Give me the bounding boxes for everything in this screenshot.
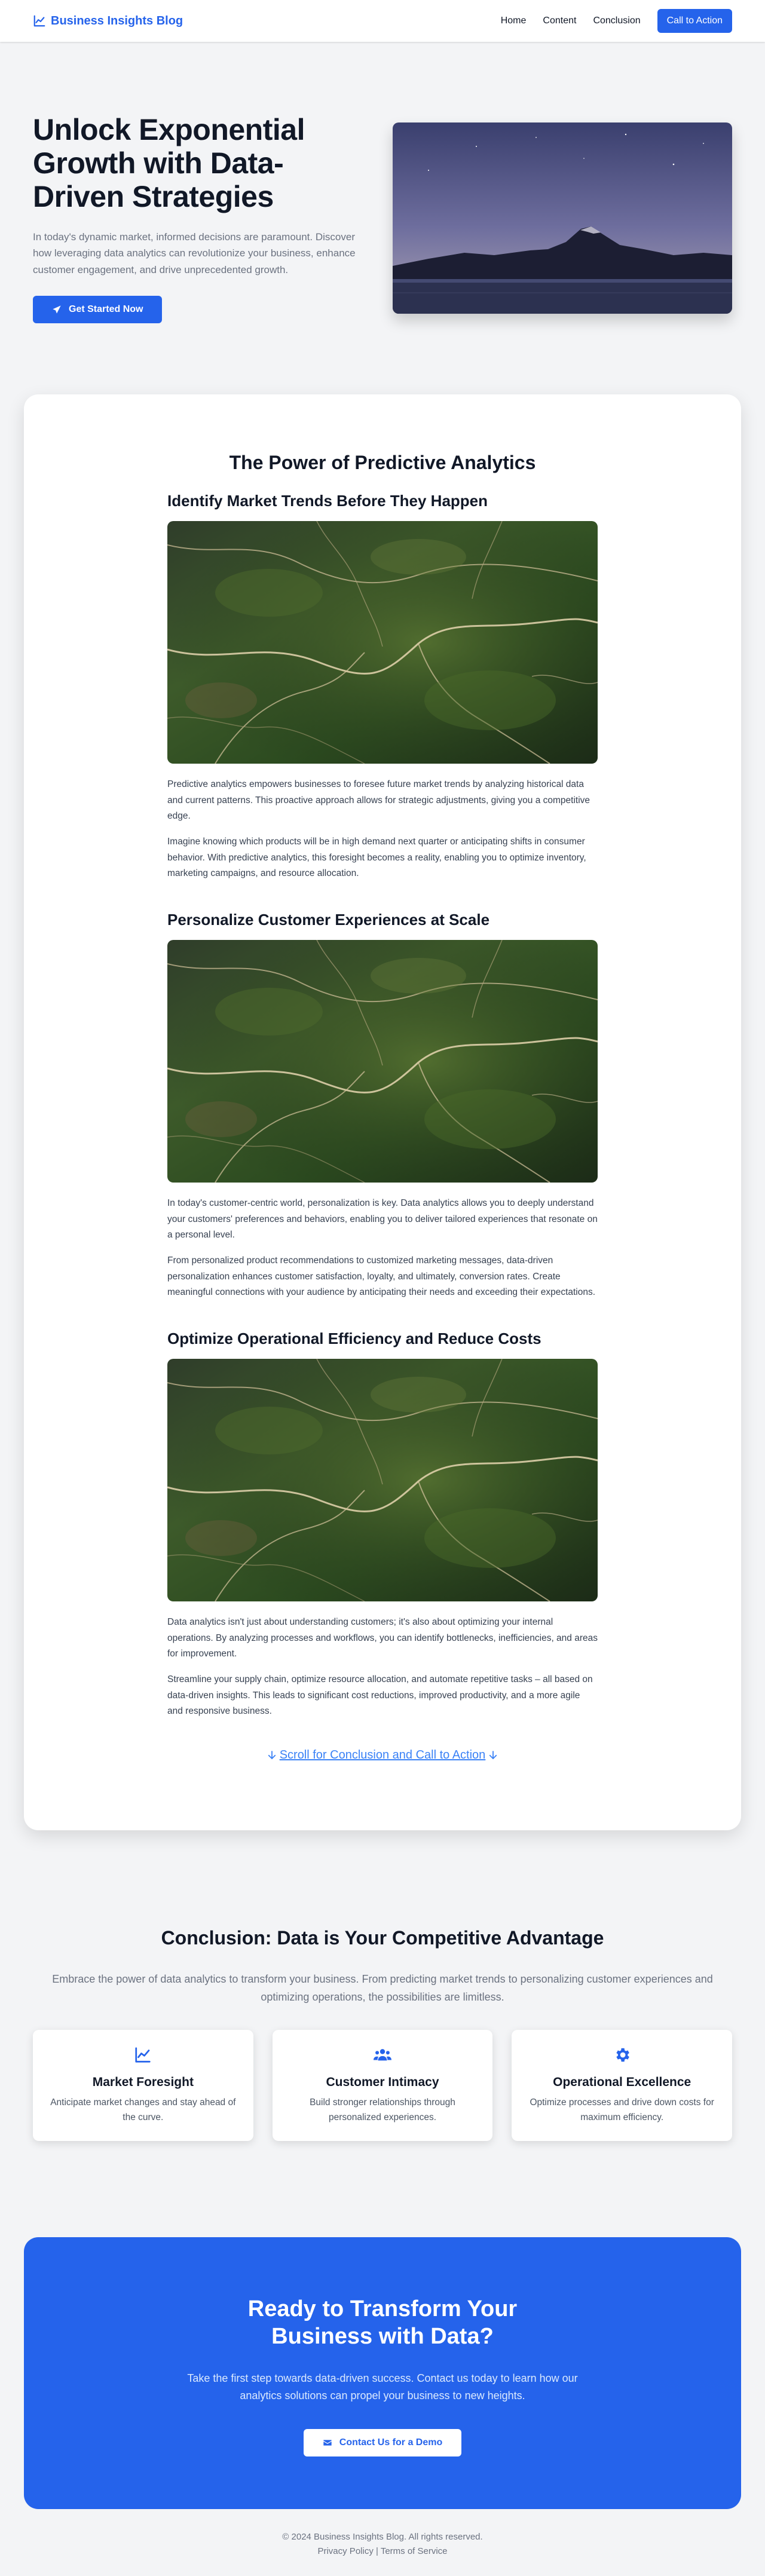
article-section-market-trends: Identify Market Trends Before They Happe…	[167, 492, 598, 882]
users-icon	[374, 2049, 391, 2061]
contact-demo-label: Contact Us for a Demo	[339, 2437, 443, 2448]
cta-title: Ready to Transform Your Business with Da…	[247, 2296, 518, 2349]
content-title: The Power of Predictive Analytics	[229, 452, 536, 473]
article-section-operations: Optimize Operational Efficiency and Redu…	[167, 1330, 598, 1720]
hero-copy: Unlock Exponential Growth with Data-Driv…	[33, 113, 368, 323]
arrow-down-icon	[489, 1751, 497, 1760]
section-paragraph: Data analytics isn't just about understa…	[167, 1616, 598, 1659]
nav-link-conclusion[interactable]: Conclusion	[593, 16, 640, 26]
section-image	[167, 1358, 598, 1601]
aerial-landscape-image	[167, 939, 598, 1183]
section-image	[167, 521, 598, 764]
article-section-personalize: Personalize Customer Experiences at Scal…	[167, 911, 598, 1301]
get-started-button[interactable]: Get Started Now	[33, 295, 163, 323]
section-title: Optimize Operational Efficiency and Redu…	[167, 1329, 541, 1347]
mountain-night-sky-image	[393, 122, 732, 314]
footer-links: Privacy Policy | Terms of Service	[0, 2544, 765, 2558]
line-chart-icon	[135, 2047, 151, 2063]
scroll-link-label: Scroll for Conclusion and Call to Action	[279, 1748, 486, 1762]
line-chart-icon	[33, 15, 45, 27]
nav-link-content[interactable]: Content	[543, 16, 576, 26]
cta-text: Take the first step towards data-driven …	[187, 2372, 578, 2402]
feature-description: Build stronger relationships through per…	[310, 2097, 455, 2123]
feature-card-customer-intimacy: Customer Intimacy Build stronger relatio…	[272, 2030, 493, 2142]
conclusion-section: Conclusion: Data is Your Competitive Adv…	[0, 1927, 765, 2142]
hero-title: Unlock Exponential Growth with Data-Driv…	[33, 113, 305, 214]
section-paragraph: Predictive analytics empowers businesses…	[167, 779, 590, 822]
section-paragraph: Imagine knowing which products will be i…	[167, 836, 586, 879]
section-title: Personalize Customer Experiences at Scal…	[167, 910, 490, 929]
aerial-landscape-image	[167, 521, 598, 764]
nav-link-home[interactable]: Home	[501, 16, 527, 26]
scroll-to-conclusion-link[interactable]: Scroll for Conclusion and Call to Action	[167, 1748, 598, 1762]
article: Identify Market Trends Before They Happe…	[167, 492, 598, 1762]
privacy-policy-link[interactable]: Privacy Policy	[317, 2546, 373, 2556]
cta-wrapper: Ready to Transform Your Business with Da…	[0, 2237, 765, 2510]
conclusion-text: Embrace the power of data analytics to t…	[52, 1973, 713, 2003]
footer-separator: |	[376, 2546, 378, 2556]
terms-of-service-link[interactable]: Terms of Service	[381, 2546, 448, 2556]
feature-title: Customer Intimacy	[326, 2075, 439, 2090]
section-title: Identify Market Trends Before They Happe…	[167, 492, 488, 510]
content-section: The Power of Predictive Analytics Identi…	[24, 394, 741, 1830]
hero-text: In today's dynamic market, informed deci…	[33, 231, 356, 275]
section-image	[167, 939, 598, 1183]
paper-plane-icon	[53, 305, 61, 314]
gear-icon	[616, 2048, 629, 2062]
feature-card-operational-excellence: Operational Excellence Optimize processe…	[512, 2030, 733, 2142]
feature-description: Optimize processes and drive down costs …	[530, 2097, 714, 2123]
feature-title: Operational Excellence	[553, 2075, 691, 2090]
feature-cards: Market Foresight Anticipate market chang…	[33, 2030, 733, 2142]
top-nav: Business Insights Blog Home Content Conc…	[0, 0, 765, 42]
hero-image	[393, 122, 732, 314]
brand-name: Business Insights Blog	[51, 14, 183, 27]
conclusion-title: Conclusion: Data is Your Competitive Adv…	[161, 1927, 604, 1949]
section-paragraph: Streamline your supply chain, optimize r…	[167, 1674, 593, 1717]
aerial-landscape-image	[167, 1358, 598, 1601]
nav-links: Home Content Conclusion Call to Action	[501, 9, 732, 33]
footer-copyright: © 2024 Business Insights Blog. All right…	[282, 2532, 483, 2543]
content-wrapper: The Power of Predictive Analytics Identi…	[0, 394, 765, 1830]
brand-logo[interactable]: Business Insights Blog	[33, 14, 183, 28]
feature-card-market-foresight: Market Foresight Anticipate market chang…	[33, 2030, 253, 2142]
get-started-label: Get Started Now	[69, 304, 143, 314]
hero-section: Unlock Exponential Growth with Data-Driv…	[0, 42, 765, 394]
nav-call-to-action-button[interactable]: Call to Action	[657, 9, 732, 33]
section-paragraph: In today's customer-centric world, perso…	[167, 1197, 598, 1240]
footer: © 2024 Business Insights Blog. All right…	[0, 2530, 765, 2576]
contact-demo-button[interactable]: Contact Us for a Demo	[303, 2428, 462, 2456]
feature-title: Market Foresight	[92, 2075, 194, 2090]
envelope-icon	[323, 2440, 332, 2446]
section-paragraph: From personalized product recommendation…	[167, 1255, 596, 1298]
feature-description: Anticipate market changes and stay ahead…	[50, 2097, 236, 2123]
arrow-down-icon	[268, 1751, 276, 1760]
cta-section: Ready to Transform Your Business with Da…	[24, 2237, 741, 2510]
